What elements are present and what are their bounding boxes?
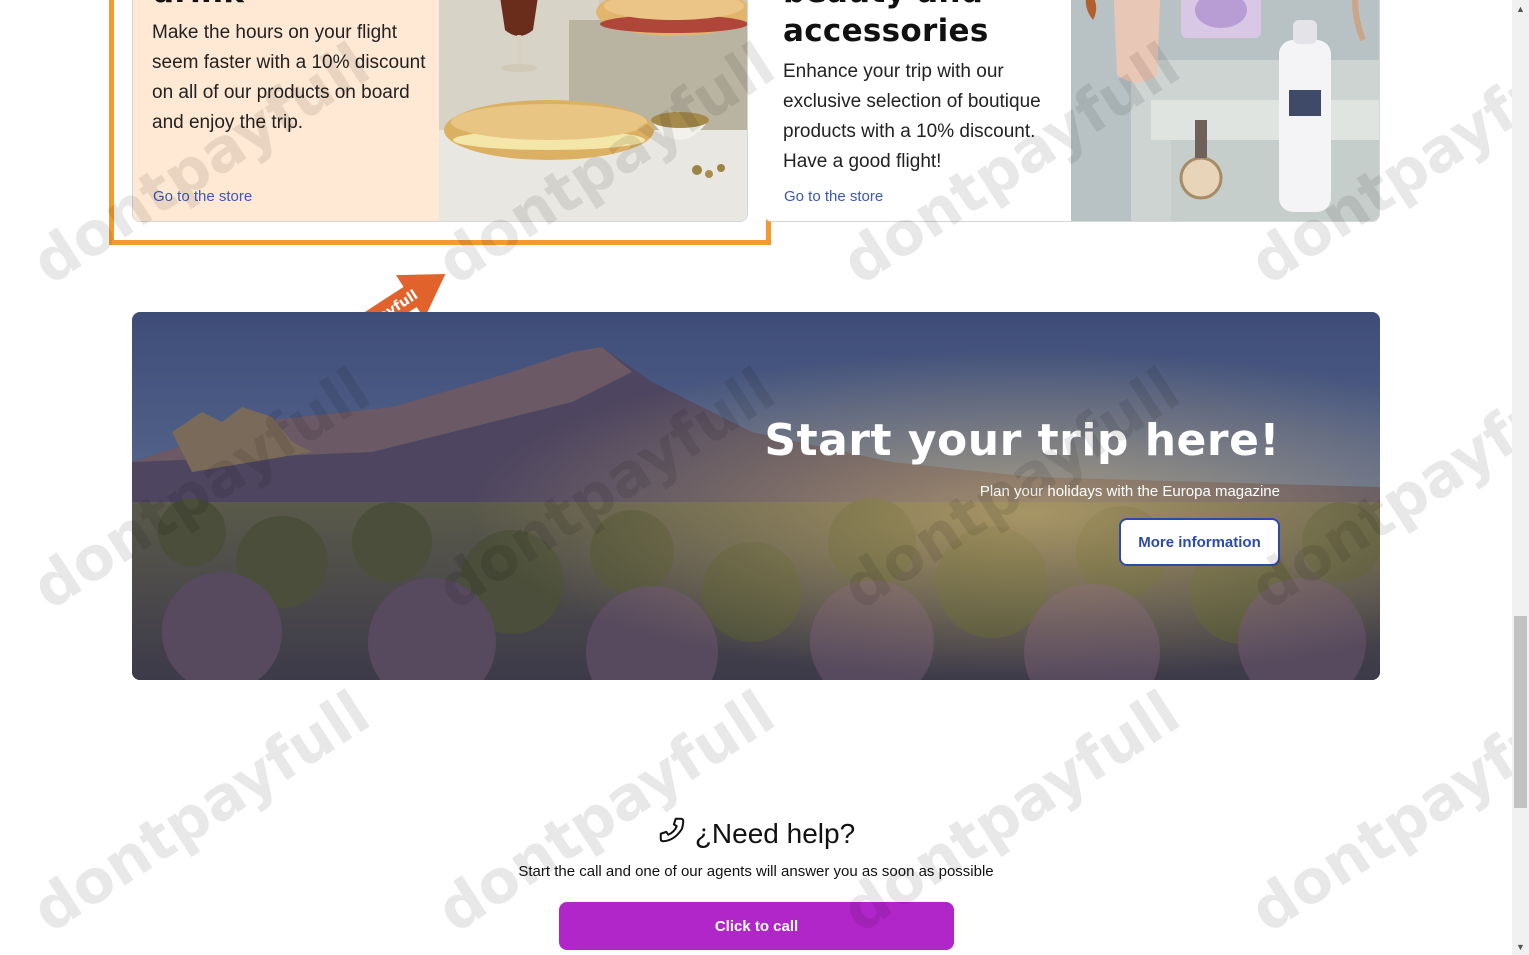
beauty-card-title: beauty and accessories bbox=[783, 0, 989, 51]
beauty-card-title-line2: accessories bbox=[783, 13, 989, 49]
beauty-card-text: beauty and accessories Enhance your trip… bbox=[764, 0, 1072, 221]
hero-subtitle: Plan your holidays with the Europa magaz… bbox=[979, 483, 1280, 500]
click-to-call-button[interactable]: Click to call bbox=[559, 902, 954, 950]
scrollbar-thumb[interactable] bbox=[1514, 616, 1527, 808]
hero-title: Start your trip here! bbox=[764, 415, 1280, 466]
watermark: dontpayfull bbox=[1238, 677, 1529, 947]
phone-icon bbox=[657, 815, 687, 852]
need-help-title: ¿Need help? bbox=[694, 817, 856, 849]
more-information-button[interactable]: More information bbox=[1119, 518, 1280, 566]
beauty-card-description: Enhance your trip with our exclusive sel… bbox=[783, 61, 1041, 172]
beauty-accessories-card: beauty and accessories Enhance your trip… bbox=[764, 0, 1380, 222]
beauty-card-title-line1: beauty and bbox=[783, 0, 989, 12]
scroll-down-arrow-icon[interactable]: ▼ bbox=[1512, 938, 1529, 955]
trip-hero-banner: Start your trip here! Plan your holidays… bbox=[132, 312, 1380, 680]
need-help-heading: ¿Need help? bbox=[0, 815, 1512, 852]
beauty-store-link[interactable]: Go to the store bbox=[784, 188, 883, 205]
highlight-frame bbox=[109, 0, 771, 245]
need-help-subtitle: Start the call and one of our agents wil… bbox=[518, 863, 994, 880]
vertical-scrollbar[interactable]: ▲ ▼ bbox=[1512, 0, 1529, 955]
cosmetics-image bbox=[1071, 0, 1379, 221]
watermark: dontpayfull bbox=[20, 677, 383, 947]
scroll-up-arrow-icon[interactable]: ▲ bbox=[1512, 0, 1529, 17]
